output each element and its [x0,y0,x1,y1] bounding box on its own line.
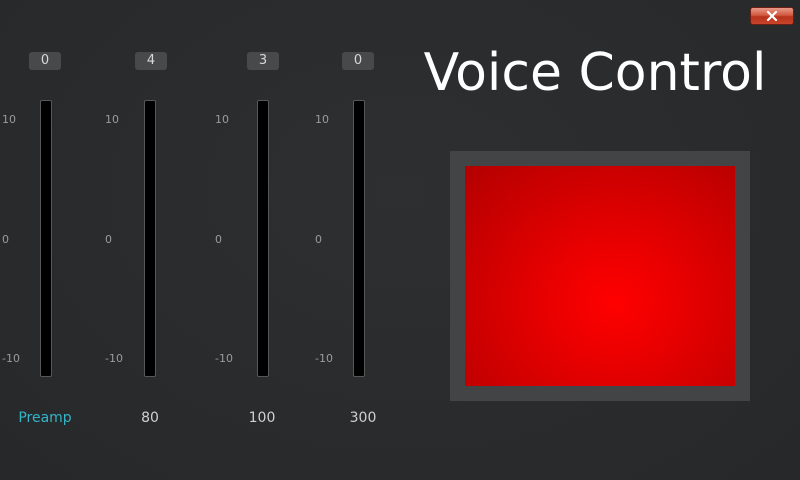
close-x-icon [766,11,778,21]
slider-track-80[interactable] [144,100,156,377]
slider-track-preamp[interactable] [40,100,52,377]
voice-indicator-frame [450,151,750,401]
slider-label-100: 100 [248,410,276,426]
slider-label-300: 300 [349,410,377,426]
tick-label-mid: 0 [2,233,9,246]
tick-label-top: 10 [215,113,229,126]
tick-label-bottom: -10 [315,352,333,365]
tick-label-bottom: -10 [105,352,123,365]
slider-value-preamp: 0 [29,52,61,70]
tick-label-mid: 0 [315,233,322,246]
tick-label-top: 10 [315,113,329,126]
tick-label-bottom: -10 [2,352,20,365]
tick-label-top: 10 [105,113,119,126]
slider-track-300[interactable] [353,100,365,377]
slider-track-100[interactable] [257,100,269,377]
slider-label-preamp: Preamp [18,410,72,426]
tick-label-mid: 0 [215,233,222,246]
slider-value-100: 3 [247,52,279,70]
tick-label-top: 10 [2,113,16,126]
close-button[interactable] [750,7,794,25]
slider-label-80: 80 [141,410,159,426]
voice-indicator [465,166,735,386]
slider-value-300: 0 [342,52,374,70]
tick-label-bottom: -10 [215,352,233,365]
slider-value-80: 4 [135,52,167,70]
tick-label-mid: 0 [105,233,112,246]
page-title: Voice Control [423,43,767,103]
